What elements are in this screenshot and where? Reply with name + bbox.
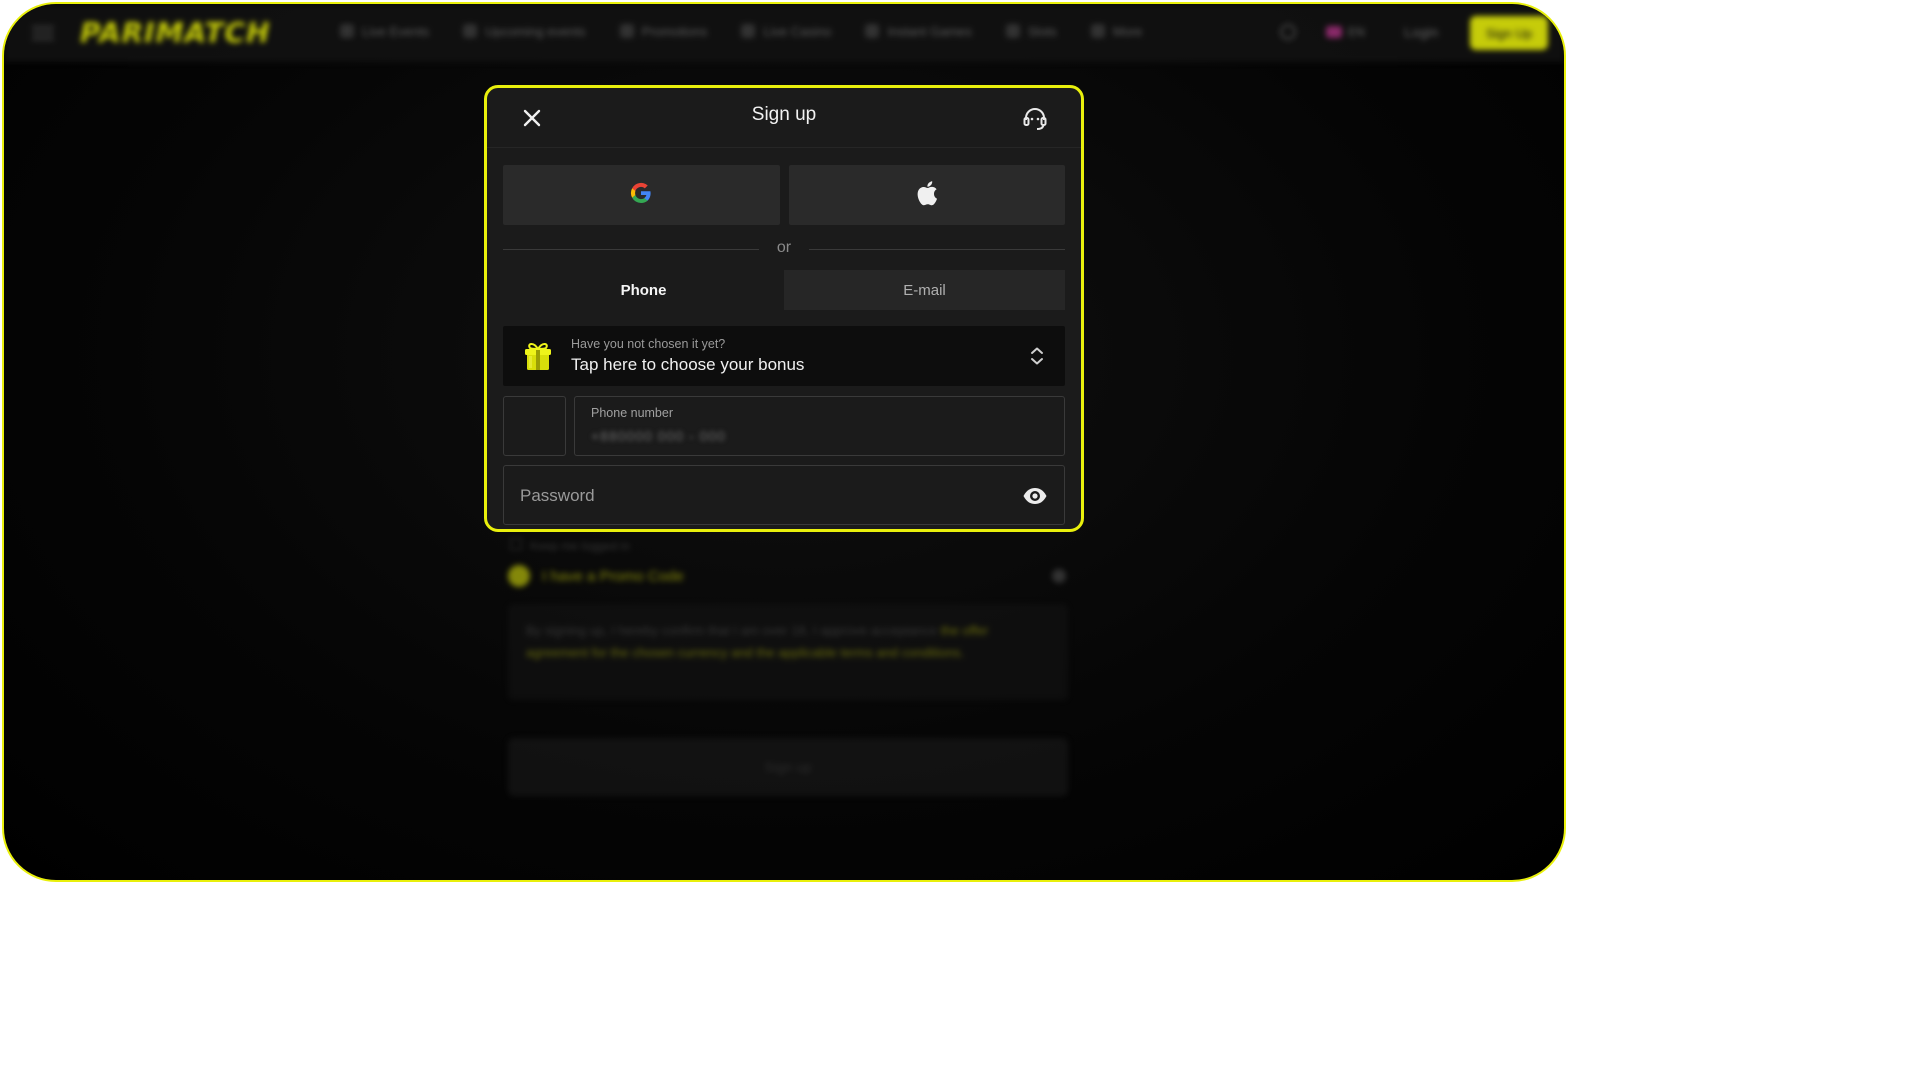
phone-number-field[interactable]: Phone number — [574, 396, 1065, 456]
phone-row: Phone number — [503, 396, 1065, 456]
hamburger-menu-icon[interactable] — [32, 22, 54, 44]
submit-signup-button[interactable]: Sign up — [508, 738, 1068, 796]
phone-number-input[interactable] — [591, 425, 891, 447]
or-label: or — [776, 239, 792, 256]
social-login-row — [503, 165, 1065, 225]
google-signup-button[interactable] — [503, 165, 780, 225]
country-code-selector[interactable] — [503, 396, 566, 456]
bonus-cta: Tap here to choose your bonus — [571, 355, 805, 374]
apple-signup-button[interactable] — [788, 165, 1065, 225]
header-signup-button[interactable]: Sign Up — [1470, 16, 1548, 50]
terms-notice: By signing up, I hereby confirm that I a… — [508, 604, 1068, 700]
password-input[interactable] — [520, 483, 990, 509]
nav-item-upcoming[interactable]: Upcoming events — [463, 24, 585, 39]
remember-me-checkbox[interactable]: Keep me logged in — [510, 538, 630, 553]
eye-icon[interactable] — [1022, 484, 1048, 508]
nav-item-more[interactable]: More — [1091, 24, 1143, 39]
nav-item-live-casino[interactable]: Live Casino — [741, 24, 831, 39]
brand-logo[interactable]: PARIMATCH — [80, 16, 271, 49]
main-nav: Live Events Upcoming events Promotions L… — [340, 24, 1142, 39]
divider-line-right — [809, 249, 1065, 250]
tab-phone[interactable]: Phone — [503, 270, 784, 310]
google-logo-icon — [629, 181, 653, 210]
signup-modal: Sign up or Phone E-mail Have you not cho… — [484, 85, 1084, 532]
bonus-hint: Have you not chosen it yet? — [571, 337, 726, 351]
or-divider: or — [503, 238, 1065, 260]
close-icon[interactable] — [520, 106, 544, 130]
nav-item-live[interactable]: Live Events — [340, 24, 429, 39]
search-icon[interactable] — [1280, 24, 1296, 40]
chevron-up-down-icon — [1029, 346, 1045, 366]
gift-icon — [521, 339, 555, 373]
tab-email[interactable]: E-mail — [784, 270, 1065, 310]
modal-header: Sign up — [487, 88, 1081, 148]
terms-text: By signing up, I hereby confirm that I a… — [526, 623, 938, 638]
promo-code-label: I have a Promo Code — [542, 567, 684, 585]
chevron-down-icon — [1052, 569, 1066, 583]
nav-item-slots[interactable]: Slots — [1006, 24, 1057, 39]
headset-support-icon[interactable] — [1021, 105, 1049, 133]
modal-title: Sign up — [751, 104, 817, 125]
promo-code-toggle[interactable]: I have a Promo Code — [508, 564, 1066, 588]
promo-icon — [508, 565, 530, 587]
top-navigation-bar: PARIMATCH Live Events Upcoming events Pr… — [4, 4, 1564, 62]
signup-method-tabs: Phone E-mail — [503, 270, 1065, 310]
bonus-selector[interactable]: Have you not chosen it yet? Tap here to … — [503, 326, 1065, 386]
language-selector[interactable]: EN — [1326, 25, 1365, 39]
login-button[interactable]: Login — [1404, 24, 1438, 40]
nav-item-promotions[interactable]: Promotions — [620, 24, 708, 39]
apple-logo-icon — [916, 180, 938, 211]
password-field[interactable] — [503, 465, 1065, 525]
phone-number-label: Phone number — [591, 406, 674, 420]
nav-item-instant-games[interactable]: Instant Games — [865, 24, 972, 39]
background-form: Keep me logged in I have a Promo Code By… — [488, 524, 1088, 814]
